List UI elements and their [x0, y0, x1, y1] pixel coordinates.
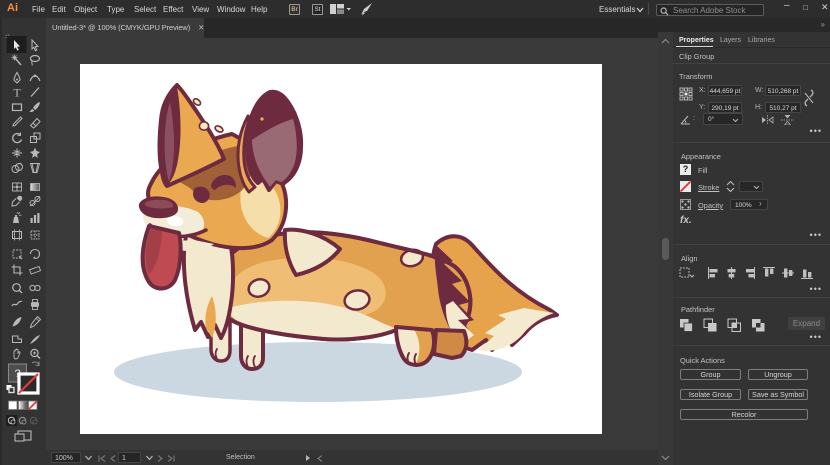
svg-text:T: T — [13, 86, 21, 100]
